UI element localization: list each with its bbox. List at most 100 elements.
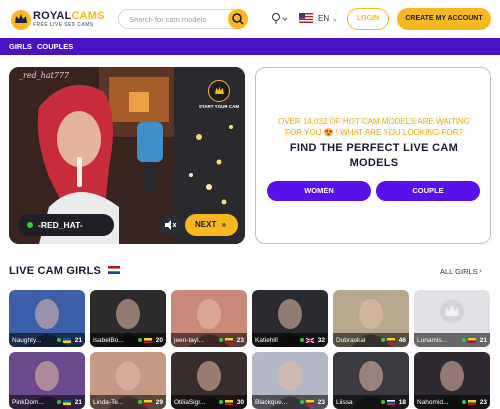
next-model-button[interactable]: NEXT » — [185, 214, 238, 236]
promo-subtitle: OVER 14,032 OF HOT CAM MODELS ARE WAITIN… — [264, 116, 484, 138]
us-flag-icon[interactable] — [299, 13, 313, 23]
thumbnail-model-name: Lunamis... — [417, 337, 447, 344]
next-label: NEXT — [195, 220, 217, 229]
thumbnail-model-name: OtiliaSigr... — [174, 399, 206, 406]
featured-video[interactable]: _red_hat777 START YOUR CAM -RED_HAT- NEX… — [9, 67, 245, 244]
online-status-icon — [300, 338, 304, 342]
model-thumbnail[interactable]: jeen-tayl... 23 — [171, 290, 247, 347]
thumbnail-model-age: 18 — [398, 399, 406, 406]
start-cam-label: START YOUR CAM — [198, 104, 240, 109]
colombia-flag-icon — [144, 338, 152, 343]
search-placeholder: Search for cam models — [129, 15, 207, 24]
chevron-right-icon[interactable]: › — [479, 266, 482, 275]
crown-placeholder-icon — [440, 299, 464, 323]
netherlands-flag-icon — [108, 266, 120, 274]
search-button[interactable] — [228, 9, 248, 29]
thumbnail-model-name: Katiehill — [255, 337, 278, 344]
thumbnail-model-age: 21 — [479, 337, 487, 344]
crown-icon — [208, 80, 230, 102]
model-thumbnail[interactable]: Naughty... 21 — [9, 290, 85, 347]
thumbnail-model-age: 20 — [155, 337, 163, 344]
create-account-button[interactable]: CREATE MY ACCOUNT — [397, 8, 491, 30]
logo-tagline: FREE LIVE SEX CAMS — [33, 22, 94, 28]
online-status-icon — [381, 338, 385, 342]
colombia-flag-icon — [387, 338, 395, 343]
logo-text[interactable]: ROYALCAMS — [33, 10, 105, 22]
colombia-flag-icon — [144, 400, 152, 405]
speaker-muted-icon — [165, 220, 177, 230]
nav-item-girls[interactable]: GIRLS — [9, 42, 32, 51]
header: ROYALCAMS FREE LIVE SEX CAMS Search for … — [0, 0, 500, 38]
chevron-down-icon[interactable]: ⌄ — [332, 15, 338, 23]
thumbnail-model-age: 23 — [479, 399, 487, 406]
model-name-badge[interactable]: -RED_HAT- — [18, 214, 114, 236]
promo-subtitle-line: OVER 14,032 OF HOT CAM MODELS ARE WAITIN… — [277, 117, 471, 126]
model-thumbnail[interactable]: Katiehill 32 — [252, 290, 328, 347]
thumbnail-model-name: Linda-Te... — [93, 399, 124, 406]
promo-title: FIND THE PERFECT LIVE CAM MODELS — [264, 141, 484, 171]
model-thumbnail[interactable]: PinkDom... 21 — [9, 352, 85, 409]
crown-logo-icon[interactable] — [9, 8, 33, 30]
online-status-icon — [57, 338, 61, 342]
thumbnail-model-age: 21 — [74, 337, 82, 344]
model-name: -RED_HAT- — [38, 220, 83, 230]
online-status-icon — [300, 400, 304, 404]
colombia-flag-icon — [225, 400, 233, 405]
colombia-flag-icon — [225, 338, 233, 343]
thumbnail-model-age: 23 — [317, 399, 325, 406]
model-thumbnail[interactable]: Nahomid... 23 — [414, 352, 490, 409]
promo-title-line: MODELS — [349, 157, 399, 169]
model-thumbnail[interactable]: OtiliaSigr... 30 — [171, 352, 247, 409]
online-status-icon — [138, 400, 142, 404]
online-status-icon — [57, 400, 61, 404]
online-status-icon — [27, 222, 33, 228]
colombia-flag-icon — [468, 400, 476, 405]
promo-subtitle-line: FOR YOU 😍 ! WHAT ARE YOU LOOKING FOR? — [285, 128, 463, 137]
colombia-flag-icon — [306, 400, 314, 405]
double-chevron-right-icon: » — [221, 220, 227, 229]
colombia-flag-icon — [468, 338, 476, 343]
russia-flag-icon — [387, 400, 395, 405]
lightbulb-icon[interactable] — [271, 12, 289, 26]
thumbnail-model-name: PinkDom... — [12, 399, 44, 406]
search-icon — [232, 13, 244, 25]
online-status-icon — [219, 338, 223, 342]
ukraine-flag-icon — [63, 338, 71, 343]
language-selector[interactable]: EN — [318, 14, 329, 23]
thumbnail-model-name: Liissa — [336, 399, 353, 406]
online-status-icon — [381, 400, 385, 404]
nav-item-couples[interactable]: COUPLES — [37, 42, 73, 51]
couple-button[interactable]: COUPLE — [376, 181, 480, 201]
start-cam-button[interactable]: START YOUR CAM — [196, 80, 242, 109]
thumbnail-model-age: 23 — [236, 337, 244, 344]
model-thumbnail[interactable]: Linda-Te... 29 — [90, 352, 166, 409]
model-thumbnail[interactable]: Blackque... 23 — [252, 352, 328, 409]
online-status-icon — [462, 338, 466, 342]
thumbnail-model-age: 32 — [317, 337, 325, 344]
category-nav: GIRLS COUPLES — [0, 38, 500, 55]
thumbnail-model-name: IsabelBo... — [93, 337, 124, 344]
ukraine-flag-icon — [63, 400, 71, 405]
thumbnail-model-name: Nahomid... — [417, 399, 449, 406]
promo-title-line: FIND THE PERFECT LIVE CAM — [289, 142, 459, 154]
thumbnail-model-name: Blackque... — [255, 399, 288, 406]
thumbnail-model-age: 30 — [236, 399, 244, 406]
model-thumbnail[interactable]: IsabelBo... 20 — [90, 290, 166, 347]
model-thumbnail[interactable]: Liissa 18 — [333, 352, 409, 409]
search-input[interactable]: Search for cam models — [118, 9, 248, 29]
sound-toggle-button[interactable] — [159, 214, 181, 236]
thumbnail-model-age: 21 — [74, 399, 82, 406]
promo-panel: OVER 14,032 OF HOT CAM MODELS ARE WAITIN… — [255, 67, 491, 244]
uk-flag-icon — [306, 338, 314, 343]
login-button[interactable]: LOGIN — [347, 8, 389, 30]
stream-overlay-text: _red_hat777 — [19, 71, 70, 80]
all-girls-link[interactable]: ALL GIRLS — [440, 267, 478, 276]
model-thumbnail[interactable]: Dubraskal 46 — [333, 290, 409, 347]
model-thumbnail[interactable]: Lunamis... 21 — [414, 290, 490, 347]
thumbnail-model-name: jeen-tayl... — [174, 337, 204, 344]
women-button[interactable]: WOMEN — [267, 181, 371, 201]
section-title: LIVE CAM GIRLS — [9, 265, 102, 277]
thumbnail-model-age: 29 — [155, 399, 163, 406]
thumbnail-model-name: Naughty... — [12, 337, 42, 344]
online-status-icon — [219, 400, 223, 404]
